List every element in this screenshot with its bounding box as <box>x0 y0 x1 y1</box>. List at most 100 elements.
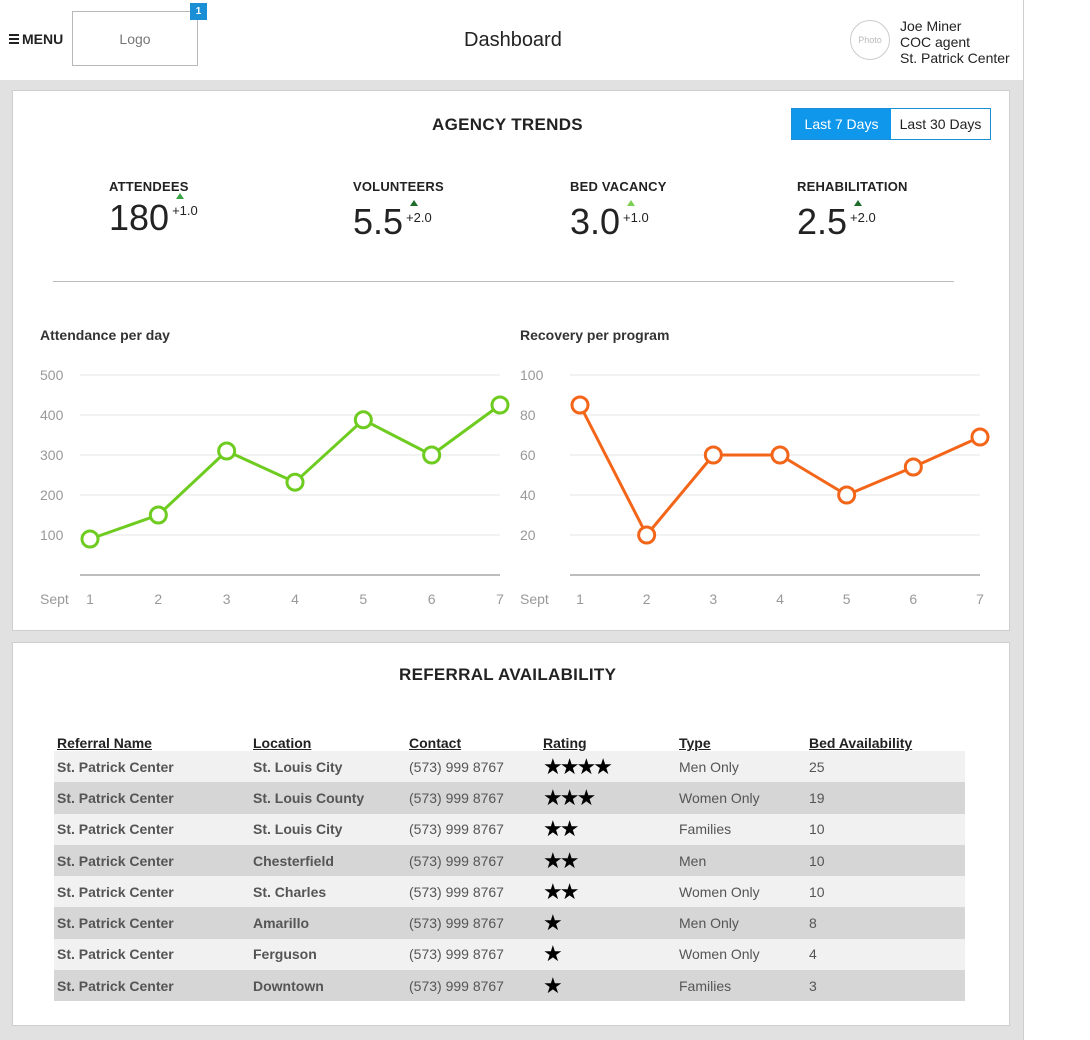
y-tick-label: 100 <box>520 367 544 383</box>
column-header-referral-name[interactable]: Referral Name <box>54 735 253 751</box>
kpi-volunteers: VOLUNTEERS 5.5 +2.0 <box>353 179 444 240</box>
bed-availability-cell: 10 <box>809 883 825 900</box>
referral-name-cell: St. Patrick Center <box>57 758 174 775</box>
rating-cell: ★★★★ <box>543 753 679 779</box>
page-title: Dashboard <box>464 29 562 51</box>
kpi-bed-vacancy: BED VACANCY 3.0 +1.0 <box>570 179 667 240</box>
x-tick-label: 1 <box>86 591 94 607</box>
x-tick-label: 3 <box>709 591 717 607</box>
rating-cell: ★ <box>543 974 679 996</box>
notification-badge[interactable]: 1 <box>190 3 207 20</box>
table-row[interactable]: St. Patrick Center St. Louis City (573) 99… <box>54 751 965 783</box>
referral-name-cell: St. Patrick Center <box>57 883 174 900</box>
column-header-bed-availability[interactable]: Bed Availability <box>809 735 965 751</box>
column-header-location[interactable]: Location <box>253 735 409 751</box>
y-tick-label: 60 <box>520 447 536 463</box>
contact-cell: (573) 999 8767 <box>409 946 504 963</box>
column-header-type[interactable]: Type <box>679 735 809 751</box>
location-cell: St. Louis City <box>253 758 343 775</box>
bed-availability-cell: 10 <box>809 852 825 869</box>
star-icon: ★ <box>543 847 563 873</box>
kpi-delta: +1.0 <box>172 193 198 218</box>
data-point <box>285 472 305 492</box>
x-axis-label: Sept <box>40 591 69 607</box>
rating-cell: ★★★ <box>543 786 679 808</box>
dashboard-app: MENU Logo 1 Dashboard Photo Joe Miner CO… <box>0 0 1024 1040</box>
contact-cell: (573) 999 8767 <box>409 852 504 869</box>
star-icon: ★ <box>543 941 563 967</box>
star-icon: ★ <box>576 753 596 779</box>
table-row[interactable]: St. Patrick Center St. Louis City (573) 99… <box>54 813 965 845</box>
x-tick-label: 4 <box>291 591 299 607</box>
location-cell: St. Louis County <box>253 789 365 806</box>
star-icon: ★ <box>543 910 563 936</box>
recovery-chart-title: Recovery per program <box>520 327 670 343</box>
logo[interactable]: Logo <box>72 11 198 66</box>
table-row[interactable]: St. Patrick Center Downtown (573) 999 8767… <box>54 970 965 1002</box>
x-tick-label: 3 <box>223 591 231 607</box>
data-point <box>970 427 990 447</box>
y-tick-label: 200 <box>40 487 64 503</box>
type-cell: Families <box>679 977 732 994</box>
contact-cell: (573) 999 8767 <box>409 977 504 994</box>
referral-title: REFERRAL AVAILABILITY <box>399 665 617 684</box>
referral-name-cell: St. Patrick Center <box>57 821 174 838</box>
table-row[interactable]: St. Patrick Center Chesterfield (573) 999 … <box>54 844 965 877</box>
referral-name-cell: St. Patrick Center <box>57 789 174 806</box>
x-tick-label: 7 <box>976 591 984 607</box>
contact-cell: (573) 999 8767 <box>409 821 504 838</box>
data-point <box>637 525 657 545</box>
attendance-chart: 100200300400500Sept 1 2 3 4 5 6 7 <box>40 367 510 607</box>
y-tick-label: 40 <box>520 487 536 503</box>
bed-availability-cell: 19 <box>809 789 825 806</box>
x-tick-label: 6 <box>428 591 436 607</box>
location-cell: St. Charles <box>253 883 327 900</box>
kpi-delta: +1.0 <box>623 200 649 225</box>
x-tick-label: 5 <box>843 591 851 607</box>
data-point <box>217 441 237 461</box>
rating-cell: ★ <box>543 910 679 936</box>
hamburger-icon <box>9 32 19 46</box>
y-tick-label: 20 <box>520 527 536 543</box>
column-header-contact[interactable]: Contact <box>409 735 543 751</box>
kpi-attendees: ATTENDEES 180 +1.0 <box>109 179 198 236</box>
bed-availability-cell: 10 <box>809 821 825 838</box>
star-icon: ★ <box>559 753 580 779</box>
referral-name-cell: St. Patrick Center <box>57 977 174 994</box>
column-header-rating[interactable]: Rating <box>543 735 679 751</box>
avatar[interactable]: Photo <box>850 20 890 60</box>
y-tick-label: 100 <box>40 527 64 543</box>
bed-availability-cell: 8 <box>809 915 817 932</box>
rating-cell: ★★ <box>543 818 679 840</box>
trend-up-icon <box>176 193 185 199</box>
referral-name-cell: St. Patrick Center <box>57 852 174 869</box>
data-point <box>770 445 790 465</box>
attendance-chart-title: Attendance per day <box>40 327 170 343</box>
table-row[interactable]: St. Patrick Center St. Charles (573) 999 8… <box>54 876 965 908</box>
bed-availability-cell: 4 <box>809 946 817 963</box>
bed-availability-cell: 3 <box>809 977 817 994</box>
location-cell: Chesterfield <box>253 852 334 869</box>
data-point <box>80 529 100 549</box>
table-row[interactable]: St. Patrick Center Ferguson (573) 999 8767… <box>54 938 965 971</box>
table-row[interactable]: St. Patrick Center Amarillo (573) 999 8767… <box>54 907 965 939</box>
user-name: Joe Miner <box>900 18 962 34</box>
menu-label: MENU <box>22 31 64 47</box>
referral-name-cell: St. Patrick Center <box>57 915 174 932</box>
user-info: Joe Miner COC agent St. Patrick Center <box>900 18 1010 66</box>
data-point <box>703 445 723 465</box>
rating-cell: ★ <box>543 941 679 967</box>
contact-cell: (573) 999 8767 <box>409 915 504 932</box>
menu-button[interactable]: MENU <box>9 31 63 47</box>
range-last-30-days-button[interactable]: Last 30 Days <box>891 109 990 139</box>
range-last-7-days-button[interactable]: Last 7 Days <box>792 109 891 139</box>
x-tick-label: 2 <box>154 591 162 607</box>
kpi-delta: +2.0 <box>850 200 876 225</box>
kpi-label: BED VACANCY <box>570 179 667 194</box>
table-row[interactable]: St. Patrick Center St. Louis County (573) … <box>54 782 965 814</box>
recovery-chart: 20 40 60 80 100 Sept 1 2 3 4 5 6 7 <box>520 367 990 607</box>
x-tick-label: 6 <box>909 591 917 607</box>
y-tick-label: 500 <box>40 367 64 383</box>
star-icon: ★ <box>543 878 563 904</box>
data-point <box>148 505 168 525</box>
